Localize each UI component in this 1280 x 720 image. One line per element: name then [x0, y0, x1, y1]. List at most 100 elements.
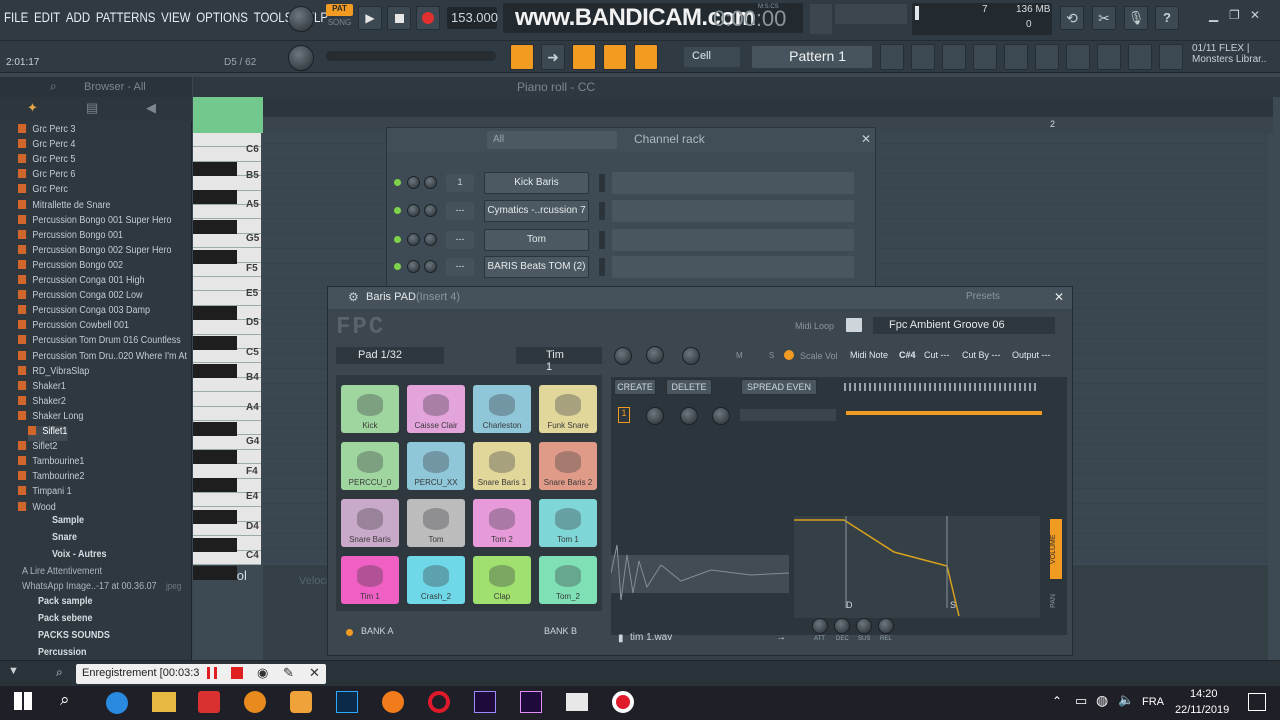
pad-selector[interactable]: Pad 1/32: [336, 347, 444, 364]
decay-marker[interactable]: D: [846, 600, 853, 610]
song-toggle[interactable]: SONG: [326, 18, 353, 30]
browser-folder[interactable]: Snare: [52, 532, 77, 547]
envelope-knob[interactable]: [812, 618, 828, 634]
channel-select[interactable]: [599, 202, 605, 220]
browser-item[interactable]: Percussion Tom Drum 016 Countless: [18, 335, 181, 350]
link-button[interactable]: [603, 44, 627, 70]
browser-item[interactable]: Shaker Long: [18, 410, 83, 426]
clock-time[interactable]: 14:20: [1190, 688, 1218, 700]
drum-pad[interactable]: Crash_2: [407, 556, 465, 604]
pat-toggle[interactable]: PAT: [326, 4, 353, 16]
online-button[interactable]: [1128, 44, 1152, 70]
clock-date[interactable]: 22/11/2019: [1175, 704, 1229, 716]
drum-pad[interactable]: Tim 1: [341, 556, 399, 604]
stop-recording-icon[interactable]: [231, 667, 243, 679]
sustain-marker[interactable]: S: [950, 600, 956, 610]
browser-item[interactable]: Grc Perc 6: [18, 169, 75, 184]
channel-volume-knob[interactable]: [407, 233, 420, 246]
mixer-track-number[interactable]: ---: [446, 231, 474, 249]
search-icon[interactable]: ⌕: [50, 79, 57, 94]
channel-name-button[interactable]: BARIS Beats TOM (2): [484, 256, 589, 278]
drum-pad[interactable]: Tom: [407, 499, 465, 547]
browser-item[interactable]: Percussion Conga 002 Low: [18, 290, 142, 305]
drum-pad[interactable]: Tom 1: [539, 499, 597, 547]
restore-icon[interactable]: ❐: [1229, 8, 1240, 22]
browser-file[interactable]: WhatsApp Image..-17 at 00.36.07: [22, 581, 157, 596]
plugin-button[interactable]: [1066, 44, 1090, 70]
drum-pad[interactable]: Funk Snare: [539, 385, 597, 433]
tempo-display[interactable]: 153.000: [447, 7, 498, 29]
app-red-icon[interactable]: [198, 691, 220, 713]
channel-volume-knob[interactable]: [407, 260, 420, 273]
menu-file[interactable]: FILE: [4, 9, 28, 25]
browser-item[interactable]: Percussion Bongo 001: [18, 229, 123, 245]
photoshop-icon[interactable]: [336, 691, 358, 713]
browser-item[interactable]: Grc Perc 3: [18, 124, 75, 139]
record-button[interactable]: [416, 6, 440, 30]
clapper-icon[interactable]: [566, 693, 588, 711]
channel-select[interactable]: [599, 258, 605, 276]
layer-name[interactable]: Tim 1: [516, 347, 602, 373]
midi-note-value[interactable]: C#4: [899, 350, 916, 360]
drum-pad[interactable]: PERCU_XX: [407, 442, 465, 490]
minimize-icon[interactable]: ▁: [1209, 8, 1218, 22]
pan-tab[interactable]: PAN: [1050, 581, 1062, 621]
piano-roll-button[interactable]: [911, 44, 935, 70]
arrow-icon[interactable]: →: [776, 632, 786, 643]
menu-tools[interactable]: TOOLS: [254, 9, 293, 25]
edge-icon[interactable]: [106, 692, 128, 714]
envelope-editor[interactable]: D S: [794, 516, 1040, 618]
pencil-icon[interactable]: ✎: [283, 665, 294, 681]
document-icon[interactable]: ▤: [86, 100, 98, 116]
channel-step-sequencer[interactable]: [612, 256, 854, 278]
pitch-slider[interactable]: [326, 51, 496, 61]
browser-button[interactable]: [1004, 44, 1028, 70]
bank-a-led[interactable]: [346, 629, 353, 636]
browser-item[interactable]: Grc Perc 4: [18, 139, 75, 154]
browser-item[interactable]: Mitrallette de Snare: [18, 199, 110, 215]
playlist-view-button[interactable]: [510, 44, 534, 70]
browser-item[interactable]: Percussion Bongo 001 Super Hero: [18, 214, 171, 230]
help-button[interactable]: ?: [1155, 6, 1179, 30]
browser-folder[interactable]: Voix - Autres: [52, 549, 107, 564]
delete-button[interactable]: DELETE: [666, 379, 712, 395]
channel-volume-knob[interactable]: [407, 176, 420, 189]
chevron-up-icon[interactable]: ⌃: [1052, 694, 1062, 708]
pause-icon[interactable]: [207, 667, 217, 679]
channel-rack-close-icon[interactable]: ✕: [861, 132, 871, 146]
channel-led[interactable]: [394, 263, 401, 270]
pattern-selector[interactable]: Pattern 1: [752, 46, 872, 68]
browser-item[interactable]: Shaker2: [18, 395, 66, 411]
speaker-icon[interactable]: ◀: [146, 100, 156, 116]
stamp-button[interactable]: [572, 44, 596, 70]
camera-icon[interactable]: ◉: [257, 665, 268, 681]
channel-filter[interactable]: All: [487, 131, 617, 149]
cut-tool-button[interactable]: ✂: [1092, 6, 1116, 30]
windows-start-icon[interactable]: [14, 692, 32, 710]
language-indicator[interactable]: FRA: [1142, 696, 1164, 708]
envelope-knob[interactable]: [856, 618, 872, 634]
drum-pad[interactable]: PERCCU_0: [341, 442, 399, 490]
bank-a-button[interactable]: BANK A: [361, 626, 394, 636]
black-key[interactable]: [193, 336, 237, 350]
menu-patterns[interactable]: PATTERNS: [96, 9, 156, 25]
fl-studio-taskbar-icon[interactable]: [244, 691, 266, 713]
drum-pad[interactable]: Snare Baris 2: [539, 442, 597, 490]
browser-folder[interactable]: Sample: [52, 515, 84, 530]
channel-pan-knob[interactable]: [424, 176, 437, 189]
menu-options[interactable]: OPTIONS: [196, 9, 248, 25]
firefox-icon[interactable]: [382, 691, 404, 713]
browser-item[interactable]: Tambourine1: [18, 456, 84, 471]
channel-step-sequencer[interactable]: [612, 200, 854, 222]
sample-file-name[interactable]: tim 1.wav: [630, 632, 672, 643]
black-key[interactable]: [193, 450, 237, 464]
file-explorer-icon[interactable]: [152, 692, 176, 712]
channel-name-button[interactable]: Cymatics -..rcussion 7: [484, 200, 589, 222]
browser-item[interactable]: Grc Perc 5: [18, 154, 75, 169]
close-recorder-icon[interactable]: ✕: [309, 665, 320, 681]
drum-pad[interactable]: Tom_2: [539, 556, 597, 604]
snap-icon[interactable]: ✦: [27, 100, 38, 116]
channel-rack-button[interactable]: [942, 44, 966, 70]
black-key[interactable]: [193, 510, 237, 524]
channel-led[interactable]: [394, 236, 401, 243]
